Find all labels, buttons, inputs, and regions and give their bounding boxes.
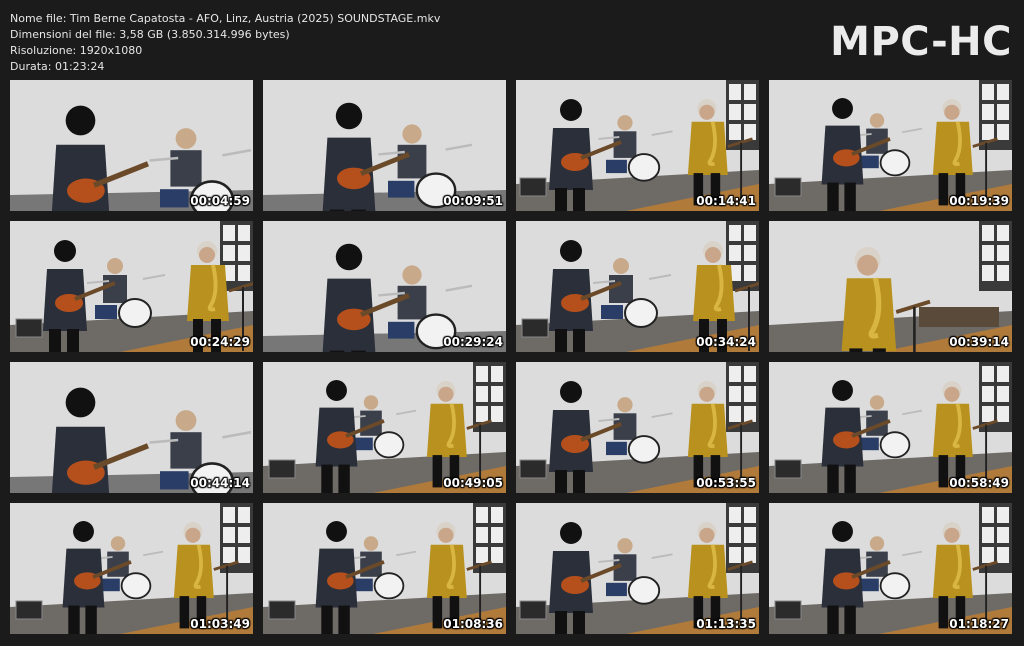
- thumbnail-timestamp: 00:29:24: [443, 335, 503, 349]
- thumbnail-timestamp: 00:58:49: [949, 476, 1009, 490]
- thumbnail-timestamp: 01:18:27: [949, 617, 1009, 631]
- thumbnail-timestamp: 01:03:49: [190, 617, 250, 631]
- video-frame-image: [263, 80, 506, 211]
- video-thumbnail: 00:29:24: [263, 221, 506, 352]
- file-info: Nome file: Tim Berne Capatosta - AFO, Li…: [10, 11, 440, 75]
- video-thumbnail: 00:34:24: [516, 221, 759, 352]
- video-frame-image: [263, 221, 506, 352]
- video-thumbnail: 00:39:14: [769, 221, 1012, 352]
- thumbnail-timestamp: 00:14:41: [696, 194, 756, 208]
- video-thumbnail: 00:49:05: [263, 362, 506, 493]
- thumbnail-timestamp: 00:34:24: [696, 335, 756, 349]
- file-name: Nome file: Tim Berne Capatosta - AFO, Li…: [10, 12, 441, 25]
- video-thumbnail: 00:19:39: [769, 80, 1012, 211]
- video-thumbnail: 00:58:49: [769, 362, 1012, 493]
- file-duration: Durata: 01:23:24: [10, 60, 105, 73]
- video-frame-image: [10, 221, 253, 352]
- thumbnail-timestamp: 00:24:29: [190, 335, 250, 349]
- video-frame-image: [10, 80, 253, 211]
- video-frame-image: [516, 362, 759, 493]
- video-frame-image: [769, 362, 1012, 493]
- video-thumbnail: 00:14:41: [516, 80, 759, 211]
- thumbnail-timestamp: 00:04:59: [190, 194, 250, 208]
- video-frame-image: [769, 503, 1012, 634]
- mpc-hc-logo: MPC-HC: [830, 19, 1012, 65]
- file-size: Dimensioni del file: 3,58 GB (3.850.314.…: [10, 28, 290, 41]
- video-frame-image: [769, 221, 1012, 352]
- video-frame-image: [516, 80, 759, 211]
- video-thumbnail: 00:44:14: [10, 362, 253, 493]
- video-frame-image: [516, 503, 759, 634]
- video-thumbnail: 00:09:51: [263, 80, 506, 211]
- video-frame-image: [10, 362, 253, 493]
- thumbnail-timestamp: 01:08:36: [443, 617, 503, 631]
- video-frame-image: [10, 503, 253, 634]
- video-frame-image: [263, 362, 506, 493]
- video-thumbnail: 01:18:27: [769, 503, 1012, 634]
- thumbnail-timestamp: 00:19:39: [949, 194, 1009, 208]
- thumbnail-timestamp: 00:39:14: [949, 335, 1009, 349]
- video-frame-image: [263, 503, 506, 634]
- thumbnail-timestamp: 00:09:51: [443, 194, 503, 208]
- video-thumbnail: 01:08:36: [263, 503, 506, 634]
- thumbnail-timestamp: 01:13:35: [696, 617, 756, 631]
- video-thumbnail: 01:13:35: [516, 503, 759, 634]
- thumbnail-timestamp: 00:53:55: [696, 476, 756, 490]
- video-thumbnail: 00:24:29: [10, 221, 253, 352]
- video-frame-image: [769, 80, 1012, 211]
- thumbnail-timestamp: 00:49:05: [443, 476, 503, 490]
- video-thumbnail: 01:03:49: [10, 503, 253, 634]
- file-resolution: Risoluzione: 1920x1080: [10, 44, 143, 57]
- video-thumbnail: 00:53:55: [516, 362, 759, 493]
- thumbnail-timestamp: 00:44:14: [190, 476, 250, 490]
- video-frame-image: [516, 221, 759, 352]
- video-thumbnail: 00:04:59: [10, 80, 253, 211]
